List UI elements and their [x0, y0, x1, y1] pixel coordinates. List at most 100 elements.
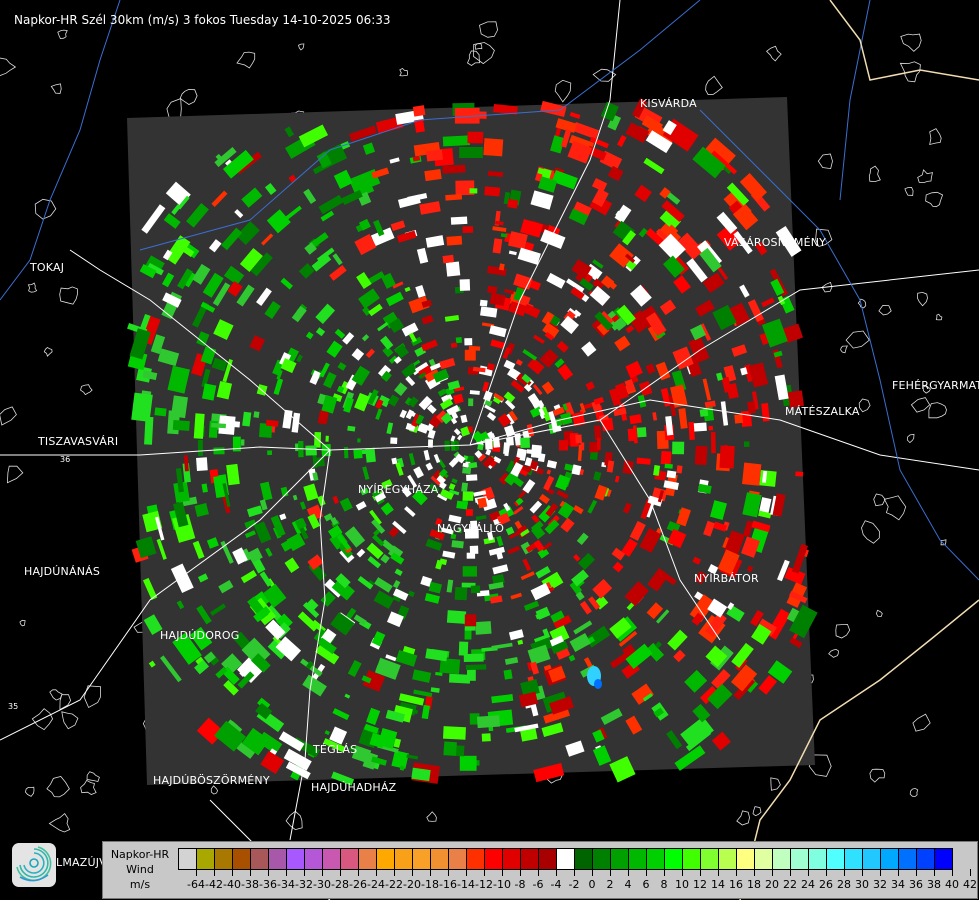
radar-echo [462, 467, 472, 475]
settlement-outline [840, 345, 848, 354]
legend-tick-label: 14 [711, 878, 725, 891]
legend-tick-label: -18 [421, 878, 439, 891]
settlement-outline [883, 495, 907, 521]
settlement-outline [61, 711, 79, 730]
legend-tick-label: 20 [765, 878, 779, 891]
radar-echo [462, 491, 474, 501]
legend-swatch [863, 849, 881, 869]
radar-echo [520, 437, 530, 449]
radar-echo [196, 457, 208, 471]
legend-tick-label: 22 [783, 878, 797, 891]
settlement-outline [904, 186, 914, 196]
settlement-outline [765, 45, 782, 62]
legend-swatch [755, 849, 773, 869]
radar-echo [479, 299, 488, 307]
settlement-outline [873, 493, 886, 507]
legend-swatch [791, 849, 809, 869]
town-label: MÁTÉSZALKA [785, 405, 860, 418]
town-label: FEHÉRGYARMAT [892, 379, 979, 392]
radar-echo [487, 285, 498, 294]
legend-tick-label: 10 [675, 878, 689, 891]
legend-tick-label: 24 [801, 878, 815, 891]
settlement-outline [935, 313, 943, 321]
legend-tick [592, 869, 593, 876]
road-number: 36 [60, 455, 71, 464]
radar-echo [171, 395, 188, 419]
settlement-outline [57, 29, 68, 40]
legend-swatch [683, 849, 701, 869]
settlement-outline [48, 813, 71, 833]
map-title: Napkor-HR Szél 30km (m/s) 3 fokos Tuesda… [14, 13, 391, 27]
radar-echo [172, 420, 190, 431]
radar-echo [267, 450, 273, 456]
settlement-outline [59, 286, 78, 305]
road-number: 35 [8, 702, 19, 711]
legend-tick-label: -30 [313, 878, 331, 891]
legend-tick [196, 869, 197, 876]
radar-echo [465, 664, 487, 671]
legend-tick-label: -14 [457, 878, 475, 891]
settlement-outline [479, 21, 499, 38]
settlement-outline [875, 609, 883, 618]
radar-echo [353, 449, 363, 459]
legend-tick [448, 869, 449, 876]
legend-tick [610, 869, 611, 876]
settlement-outline [210, 785, 219, 795]
settlement-outline [554, 79, 572, 103]
radar-echo [240, 439, 245, 446]
color-legend: Napkor-HR Wind m/s -64 -42 -40 -38 -36 -34 -32… [102, 841, 978, 899]
legend-tick-label: 18 [747, 878, 761, 891]
legend-swatch [701, 849, 719, 869]
radar-echo [596, 437, 601, 450]
legend-tick [574, 869, 575, 876]
legend-tick-label: 26 [819, 878, 833, 891]
radar-echo [442, 164, 466, 174]
settlement-outline [166, 98, 182, 120]
legend-tick [700, 869, 701, 876]
radar-echo [580, 442, 585, 451]
legend-swatch [485, 849, 503, 869]
radar-echo [442, 726, 467, 740]
radar-echo [443, 741, 457, 756]
town-label: HAJDÚDOROG [160, 629, 240, 642]
settlement-outline [6, 465, 24, 484]
radar-echo [483, 138, 504, 157]
settlement-outline [878, 305, 892, 316]
legend-tick [898, 869, 899, 876]
legend-swatch [449, 849, 467, 869]
legend-tick-label: 34 [891, 878, 905, 891]
radar-echo [412, 105, 426, 117]
radar-echo [477, 443, 484, 451]
swirl-logo-icon [12, 843, 56, 887]
radar-echo [454, 586, 468, 601]
radar-echo [575, 434, 582, 444]
legend-swatch [917, 849, 935, 869]
legend-tick-label: -8 [514, 878, 526, 891]
legend-tick-label: -24 [367, 878, 385, 891]
map-canvas[interactable] [0, 0, 979, 900]
legend-tick [754, 869, 755, 876]
settlement-outline [179, 89, 198, 105]
legend-swatch [467, 849, 485, 869]
radar-echo [154, 407, 167, 417]
legend-swatch [935, 849, 952, 869]
legend-swatch [251, 849, 269, 869]
radar-echo [462, 566, 477, 577]
town-label: HAJDÚBÖSZÖRMÉNY [153, 774, 270, 787]
legend-swatch [521, 849, 539, 869]
legend-swatch [413, 849, 431, 869]
radar-echo [446, 235, 463, 246]
legend-tick-label: 38 [927, 878, 941, 891]
legend-tick [322, 869, 323, 876]
radar-echo [464, 338, 473, 346]
legend-swatches [178, 848, 953, 870]
town-label: NAGYKÁLLÓ [437, 522, 505, 535]
legend-tick [862, 869, 863, 876]
radar-echo [445, 194, 463, 201]
radar-echo [629, 414, 642, 425]
radar-echo [699, 408, 709, 417]
legend-tick [268, 869, 269, 876]
radar-echo [474, 621, 492, 635]
legend-tick [772, 869, 773, 876]
settlement-outline [835, 623, 851, 639]
